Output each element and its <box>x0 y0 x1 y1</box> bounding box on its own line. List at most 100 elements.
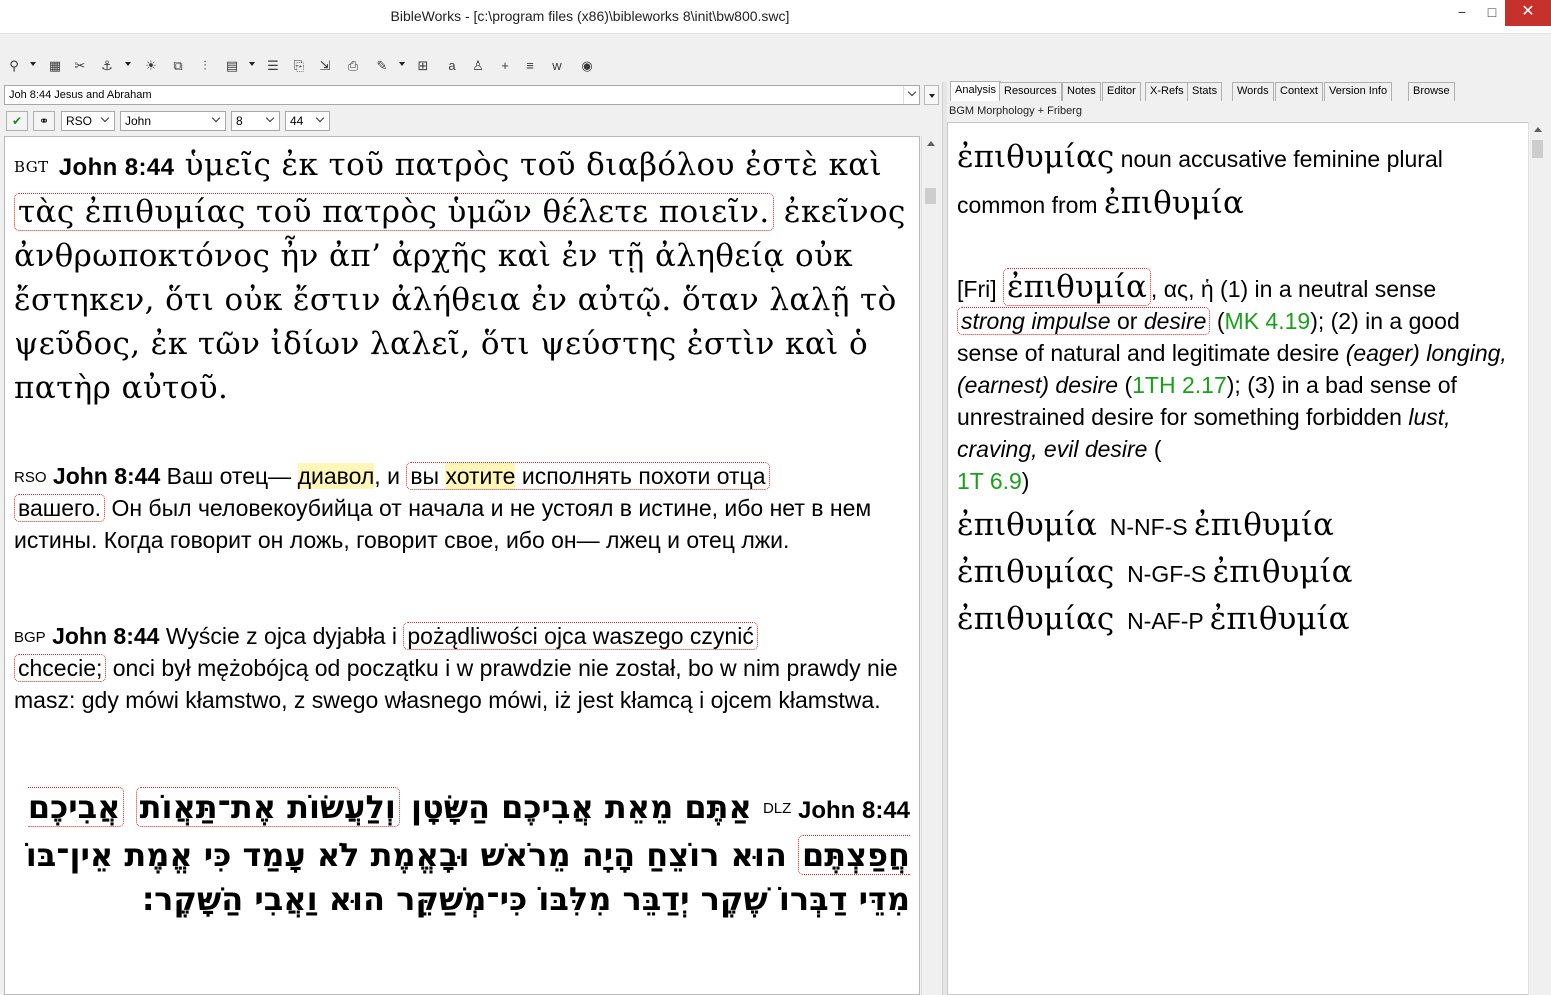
highlighter-dropdown[interactable] <box>399 62 405 66</box>
highlighted-word[interactable]: диавол <box>297 463 375 489</box>
layout-icon[interactable]: ⊞ <box>413 56 433 76</box>
tab-words[interactable]: Words <box>1232 82 1274 101</box>
scripture-link[interactable]: MK 4.19 <box>1225 308 1311 334</box>
matched-phrase[interactable]: вашего. <box>14 494 106 522</box>
form-word[interactable]: ἐπιθυμίας <box>957 601 1114 637</box>
check-icon[interactable]: ✔ <box>6 111 28 131</box>
verse-text[interactable]: onci był mężobójcą od początku i w prawd… <box>14 655 898 713</box>
browse-icon[interactable]: ▦ <box>45 56 65 76</box>
verse-text[interactable]: Wyście z ojca dyjabła i <box>159 623 403 649</box>
grid-icon[interactable]: ▤ <box>222 56 242 76</box>
link-icon[interactable]: ⚭ <box>33 111 55 131</box>
plus-icon[interactable]: + <box>495 56 515 76</box>
globe-icon[interactable]: ◉ <box>577 56 597 76</box>
matched-phrase[interactable]: вы хотите исполнять похоти отца <box>406 462 770 490</box>
version-select[interactable]: RSO <box>61 111 115 131</box>
parse-code: N-GF-S <box>1127 561 1207 587</box>
verse-text[interactable]: Он был человекоубийца от начала и не уст… <box>14 495 871 553</box>
verse-text[interactable]: אַתֶּם מֵאֵת אֲבִיכֶם הַשָּׂטָן <box>400 788 752 826</box>
bible-text-area[interactable]: BGT John 8:44 ὑμεῖς ἐκ τοῦ πατρὸς τοῦ δι… <box>4 136 920 995</box>
scroll-up-icon[interactable] <box>927 141 935 146</box>
matched-phrase[interactable]: chcecie; <box>14 654 107 682</box>
tab-resources[interactable]: Resources <box>999 82 1062 101</box>
parse-code: N-NF-S <box>1109 514 1188 540</box>
matched-gloss[interactable]: strong impulse or desire <box>957 307 1211 335</box>
reference-dropdown-arrow[interactable] <box>903 86 919 104</box>
highlighter-icon[interactable]: ✎ <box>372 56 392 76</box>
verse-text[interactable]: Ваш отец— <box>160 463 297 489</box>
print-icon[interactable]: ⎙ <box>343 56 363 76</box>
scroll-thumb[interactable] <box>925 188 936 204</box>
columns-icon[interactable]: ⫶ <box>195 56 215 76</box>
form-lemma[interactable]: ἐπιθυμία <box>1213 554 1353 590</box>
tab-version-info[interactable]: Version Info <box>1324 82 1393 101</box>
verse-text[interactable]: , и <box>374 463 406 489</box>
matched-phrase[interactable]: וְלַעֲשׂוֹת אֶת־תַּאֲוֹת <box>135 787 400 827</box>
search-dropdown[interactable] <box>30 62 36 66</box>
tab-stats[interactable]: Stats <box>1187 82 1223 101</box>
tab-context[interactable]: Context <box>1275 82 1323 101</box>
word-icon[interactable]: w <box>547 56 567 76</box>
book-select[interactable]: John <box>120 111 226 131</box>
version-label: DLZ <box>762 800 792 817</box>
verse-select[interactable]: 44 <box>285 111 330 131</box>
verse-reference[interactable]: John 8:44 <box>52 623 159 649</box>
tab-browse[interactable]: Browse <box>1408 82 1455 101</box>
grid-dropdown[interactable] <box>249 62 255 66</box>
form-lemma[interactable]: ἐπιθυμία <box>1210 601 1350 637</box>
copy-icon[interactable]: ⎘ <box>289 56 309 76</box>
tab-editor[interactable]: Editor <box>1102 82 1141 101</box>
matched-phrase[interactable]: τὰς ἐπιθυμίας τοῦ πατρὸς ὑμῶν θέλετε ποι… <box>14 193 774 231</box>
verse-reference[interactable]: John 8:44 <box>53 463 160 489</box>
highlight-icon[interactable]: ☀ <box>141 56 161 76</box>
scroll-thumb[interactable] <box>1532 140 1543 158</box>
title-bar: BibleWorks - [c:\program files (x86)\bib… <box>0 0 1551 34</box>
form-lemma[interactable]: ἐπιθυμία <box>1194 507 1334 543</box>
bookmark-dropdown[interactable] <box>125 62 131 66</box>
matched-phrase[interactable]: pożądliwości ojca waszego czynić <box>403 622 758 650</box>
gloss-italic: desire <box>1143 308 1207 334</box>
export-icon[interactable]: ⇲ <box>315 56 335 76</box>
window-icon[interactable]: ⧉ <box>168 56 188 76</box>
list-icon[interactable]: ☰ <box>263 56 283 76</box>
verse-reference[interactable]: John 8:44 <box>798 797 910 824</box>
font-icon[interactable]: a <box>442 56 462 76</box>
head-lemma[interactable]: ἐπιθυμία <box>1104 185 1244 221</box>
chevron-down-icon <box>907 87 917 97</box>
minimize-button[interactable]: − <box>1447 0 1477 26</box>
tab-notes[interactable]: Notes <box>1062 82 1101 101</box>
phrase-part: исполнять похоти отца <box>515 463 766 489</box>
tools-icon[interactable]: ✂ <box>70 56 90 76</box>
reference-history-button[interactable] <box>924 85 939 105</box>
search-icon[interactable]: ⚲ <box>4 56 24 76</box>
form-word[interactable]: ἐπιθυμία <box>957 507 1097 543</box>
analysis-panel[interactable]: ἐπιθυμίας noun accusative feminine plura… <box>947 122 1531 995</box>
maximize-button[interactable]: □ <box>1477 0 1507 26</box>
text-icon[interactable]: ≡ <box>520 56 540 76</box>
chapter-select[interactable]: 8 <box>231 111 280 131</box>
scroll-up-icon[interactable] <box>1534 127 1542 132</box>
bookmark-icon[interactable]: ⚓ <box>97 56 117 76</box>
form-word[interactable]: ἐπιθυμίας <box>957 554 1114 590</box>
friberg-lemma[interactable]: ἐπιθυμία <box>1003 268 1151 306</box>
analysis-scrollbar[interactable] <box>1528 122 1545 995</box>
reference-combobox[interactable]: Joh 8:44 Jesus and Abraham <box>4 85 920 105</box>
highlighted-word: хотите <box>445 463 516 489</box>
head-word[interactable]: ἐπιθυμίας <box>957 139 1114 175</box>
text-scrollbar[interactable] <box>921 136 938 995</box>
verse-bgp: BGP John 8:44 Wyście z ojca dyjabła i po… <box>14 620 909 716</box>
scripture-link[interactable]: 1T 6.9 <box>957 468 1022 494</box>
close-button[interactable]: ✕ <box>1505 0 1551 26</box>
tab-analysis[interactable]: Analysis <box>950 81 1001 101</box>
gloss-or: or <box>1110 308 1144 334</box>
verse-text[interactable]: הוּא רוֹצֵחַ הָיָה מֵרֹאשׁ וּבָאֱמֶת לֹא… <box>26 836 910 918</box>
scripture-link[interactable]: 1TH 2.17 <box>1132 372 1227 398</box>
parsing-row: ἐπιθυμίας N-GF-S ἐπιθυμία <box>957 550 1517 597</box>
verse-text[interactable]: ὑμεῖς ἐκ τοῦ πατρὸς τοῦ διαβόλου ἐστὲ κα… <box>185 147 883 183</box>
friberg-forms: , ας, ἡ <box>1150 276 1214 302</box>
verse-value: 44 <box>290 114 304 128</box>
window-title: BibleWorks - [c:\program files (x86)\bib… <box>390 8 790 24</box>
tab-xrefs[interactable]: X-Refs <box>1145 82 1189 101</box>
verse-reference[interactable]: John 8:44 <box>59 154 175 181</box>
user-icon[interactable]: ♙ <box>468 56 488 76</box>
